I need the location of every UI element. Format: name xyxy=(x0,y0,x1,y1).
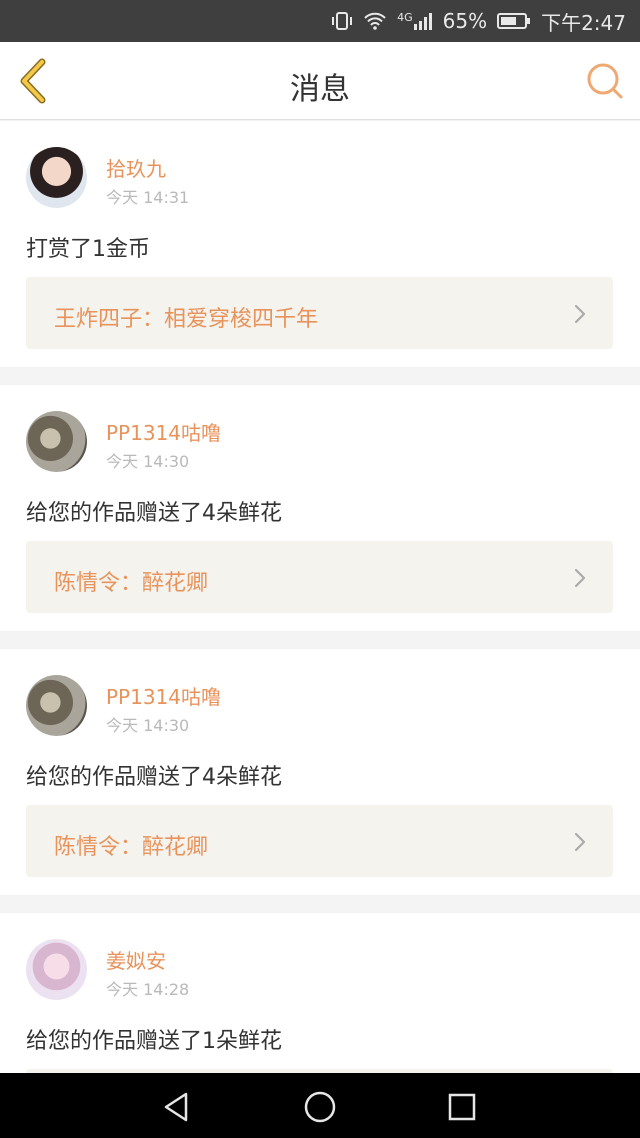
chevron-right-icon xyxy=(574,832,586,852)
signal-icon: 4G xyxy=(397,11,433,31)
status-bar: 4G 65% 下午2:47 xyxy=(0,0,640,42)
timestamp: 今天 14:30 xyxy=(106,452,190,471)
action-text: 给您的作品赠送了4朵鲜花 xyxy=(26,501,282,526)
avatar[interactable] xyxy=(26,411,87,472)
chevron-right-icon xyxy=(574,304,586,324)
timestamp: 今天 14:31 xyxy=(106,188,190,207)
work-title: 王炸四子：相爱穿梭四千年 xyxy=(54,307,319,332)
message-item: 姜姒安 今天 14:28 给您的作品赠送了1朵鲜花 xyxy=(0,913,640,1073)
work-link[interactable]: 陈情令：醉花卿 xyxy=(26,805,613,877)
nav-home-button[interactable] xyxy=(303,1090,337,1124)
avatar[interactable] xyxy=(26,939,87,1000)
timestamp: 今天 14:28 xyxy=(106,980,190,999)
action-text: 打赏了1金币 xyxy=(26,237,150,262)
action-text: 给您的作品赠送了1朵鲜花 xyxy=(26,1029,282,1054)
message-item: PP1314咕噜 今天 14:30 给您的作品赠送了4朵鲜花 陈情令：醉花卿 xyxy=(0,649,640,895)
square-recents-icon xyxy=(448,1093,476,1121)
timestamp: 今天 14:30 xyxy=(106,716,190,735)
navigation-bar xyxy=(0,1073,640,1138)
circle-home-icon xyxy=(304,1091,336,1123)
action-text: 给您的作品赠送了4朵鲜花 xyxy=(26,765,282,790)
search-icon xyxy=(587,63,623,99)
username[interactable]: 姜姒安 xyxy=(106,945,166,974)
wifi-icon xyxy=(363,11,387,31)
work-link[interactable]: 王炸四子：相爱穿梭四千年 xyxy=(26,277,613,349)
header: 消息 xyxy=(0,42,640,120)
nav-recents-button[interactable] xyxy=(445,1090,479,1124)
username[interactable]: PP1314咕噜 xyxy=(106,417,221,446)
battery-percent: 65% xyxy=(442,9,488,33)
vibrate-icon xyxy=(331,11,353,31)
nav-back-button[interactable] xyxy=(160,1090,194,1124)
username[interactable]: PP1314咕噜 xyxy=(106,681,221,710)
avatar[interactable] xyxy=(26,147,87,208)
message-list: 拾玖九 今天 14:31 打赏了1金币 王炸四子：相爱穿梭四千年 PP1314咕… xyxy=(0,121,640,1073)
work-title: 陈情令：醉花卿 xyxy=(54,571,209,596)
work-link[interactable]: 陈情令：醉花卿 xyxy=(26,541,613,613)
work-title: 陈情令：醉花卿 xyxy=(54,835,209,860)
avatar[interactable] xyxy=(26,675,87,736)
chevron-right-icon xyxy=(574,568,586,588)
message-item: 拾玖九 今天 14:31 打赏了1金币 王炸四子：相爱穿梭四千年 xyxy=(0,121,640,367)
clock: 下午2:47 xyxy=(541,10,626,35)
page-title: 消息 xyxy=(290,72,350,107)
search-button[interactable] xyxy=(586,62,624,100)
triangle-back-icon xyxy=(164,1092,188,1122)
battery-icon xyxy=(497,12,531,30)
username[interactable]: 拾玖九 xyxy=(106,153,166,182)
message-item: PP1314咕噜 今天 14:30 给您的作品赠送了4朵鲜花 陈情令：醉花卿 xyxy=(0,385,640,631)
network-type: 4G xyxy=(397,11,413,24)
